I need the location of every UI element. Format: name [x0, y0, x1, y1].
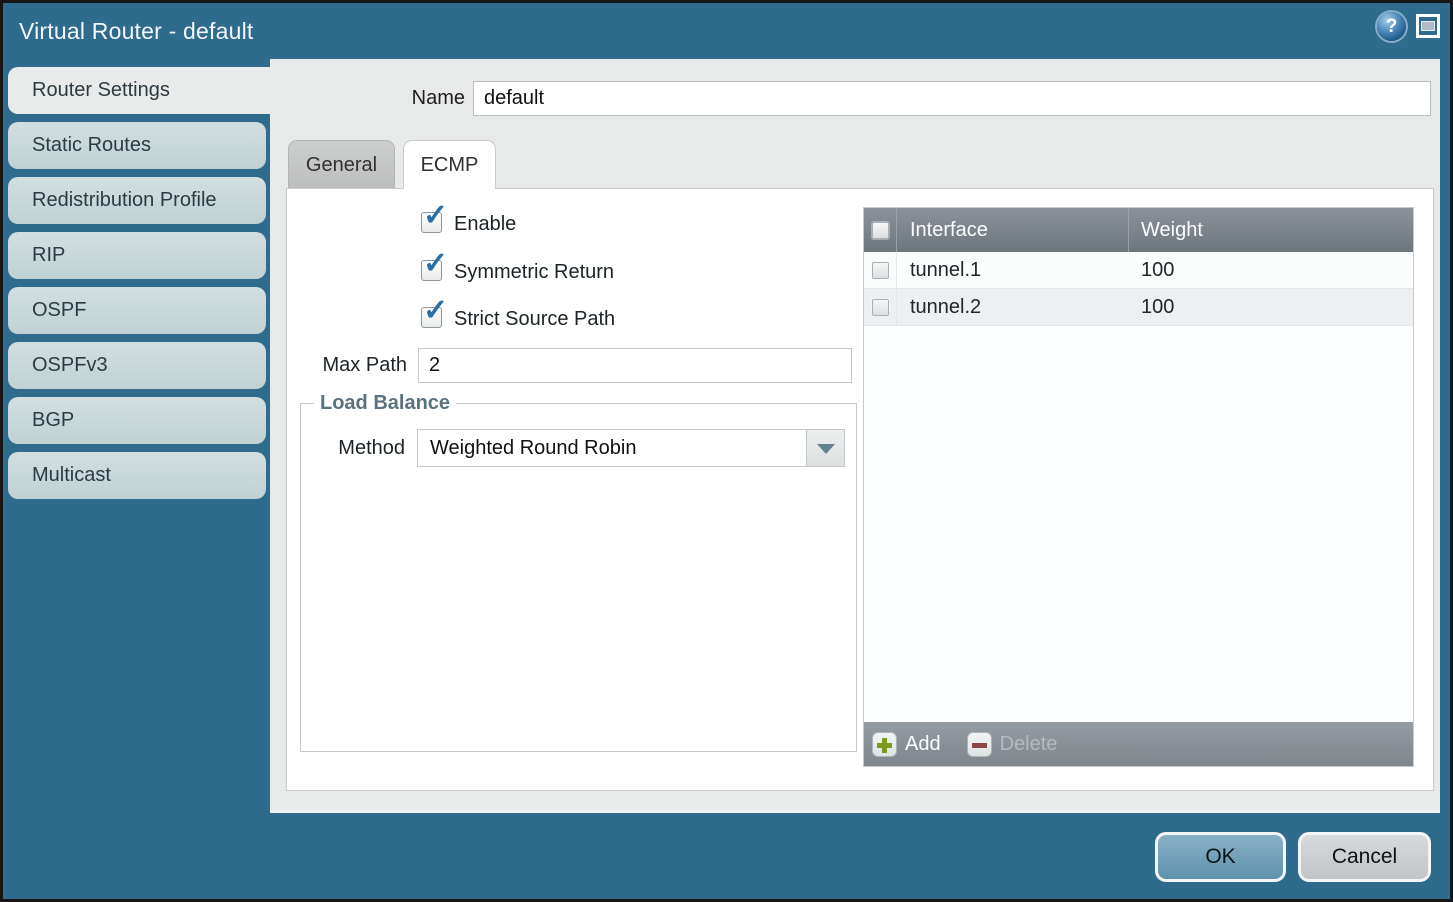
max-path-label: Max Path [303, 348, 407, 383]
check-icon: ✓ [423, 249, 448, 279]
row-checkbox[interactable] [872, 262, 889, 279]
symmetric-return-label: Symmetric Return [454, 260, 614, 284]
cancel-button[interactable]: Cancel [1298, 832, 1431, 882]
restore-window-icon-inner [1421, 21, 1435, 31]
weight-cell: 100 [1129, 289, 1413, 325]
enable-checkbox[interactable]: ✓ [421, 212, 442, 233]
sidebar-item-ospfv3[interactable]: OSPFv3 [8, 342, 266, 389]
sidebar-item-static-routes[interactable]: Static Routes [8, 122, 266, 169]
sidebar-item-rip[interactable]: RIP [8, 232, 266, 279]
tab-ecmp[interactable]: ECMP [403, 140, 496, 189]
help-icon[interactable]: ? [1377, 12, 1406, 41]
minus-icon [967, 732, 992, 757]
sidebar: Router Settings Static Routes Redistribu… [8, 67, 272, 507]
table-row[interactable]: tunnel.2 100 [864, 289, 1413, 326]
symmetric-return-checkbox[interactable]: ✓ [421, 260, 442, 281]
method-dropdown-value: Weighted Round Robin [418, 430, 806, 466]
method-dropdown[interactable]: Weighted Round Robin [417, 429, 845, 467]
sidebar-item-bgp[interactable]: BGP [8, 397, 266, 444]
interface-cell: tunnel.1 [897, 252, 1129, 288]
restore-window-icon[interactable] [1416, 14, 1440, 38]
add-button[interactable]: Add [872, 732, 941, 757]
check-icon: ✓ [423, 201, 448, 231]
method-label: Method [313, 429, 405, 467]
interface-table-header: Interface Weight [864, 208, 1413, 252]
interface-table: Interface Weight tunnel.1 100 tunnel.2 1… [863, 207, 1414, 767]
chevron-down-icon [817, 444, 835, 454]
content-area: Name General ECMP ✓ Enable ✓ Symmetric R… [270, 59, 1440, 813]
virtual-router-dialog: Virtual Router - default ? Router Settin… [0, 0, 1453, 902]
title-bar: Virtual Router - default ? [3, 3, 1450, 59]
table-empty-area [864, 326, 1413, 722]
load-balance-legend: Load Balance [314, 392, 456, 415]
interface-column-header: Interface [897, 208, 1129, 252]
check-icon: ✓ [423, 296, 448, 326]
sidebar-item-multicast[interactable]: Multicast [8, 452, 266, 499]
table-toolbar: Add Delete [864, 722, 1413, 766]
ok-button[interactable]: OK [1155, 832, 1286, 882]
sidebar-item-redistribution-profile[interactable]: Redistribution Profile [8, 177, 266, 224]
max-path-input[interactable] [418, 348, 852, 383]
dialog-title: Virtual Router - default [19, 3, 254, 59]
row-checkbox[interactable] [872, 299, 889, 316]
ecmp-panel: ✓ Enable ✓ Symmetric Return ✓ Strict Sou… [286, 188, 1434, 791]
select-all-cell [864, 208, 897, 252]
strict-source-path-label: Strict Source Path [454, 307, 615, 331]
add-button-label: Add [905, 733, 941, 756]
row-checkbox-cell [864, 252, 897, 288]
interface-cell: tunnel.2 [897, 289, 1129, 325]
table-row[interactable]: tunnel.1 100 [864, 252, 1413, 289]
plus-icon [872, 732, 897, 757]
delete-button[interactable]: Delete [967, 732, 1058, 757]
name-input[interactable] [473, 81, 1431, 116]
sidebar-item-router-settings[interactable]: Router Settings [8, 67, 272, 114]
weight-column-header: Weight [1129, 208, 1413, 252]
select-all-checkbox[interactable] [872, 222, 889, 239]
delete-button-label: Delete [1000, 733, 1058, 756]
method-dropdown-arrow-button[interactable] [806, 430, 844, 466]
name-label: Name [350, 81, 465, 115]
weight-cell: 100 [1129, 252, 1413, 288]
strict-source-path-checkbox[interactable]: ✓ [421, 307, 442, 328]
sidebar-item-ospf[interactable]: OSPF [8, 287, 266, 334]
enable-label: Enable [454, 212, 516, 236]
row-checkbox-cell [864, 289, 897, 325]
tab-general[interactable]: General [288, 140, 395, 188]
